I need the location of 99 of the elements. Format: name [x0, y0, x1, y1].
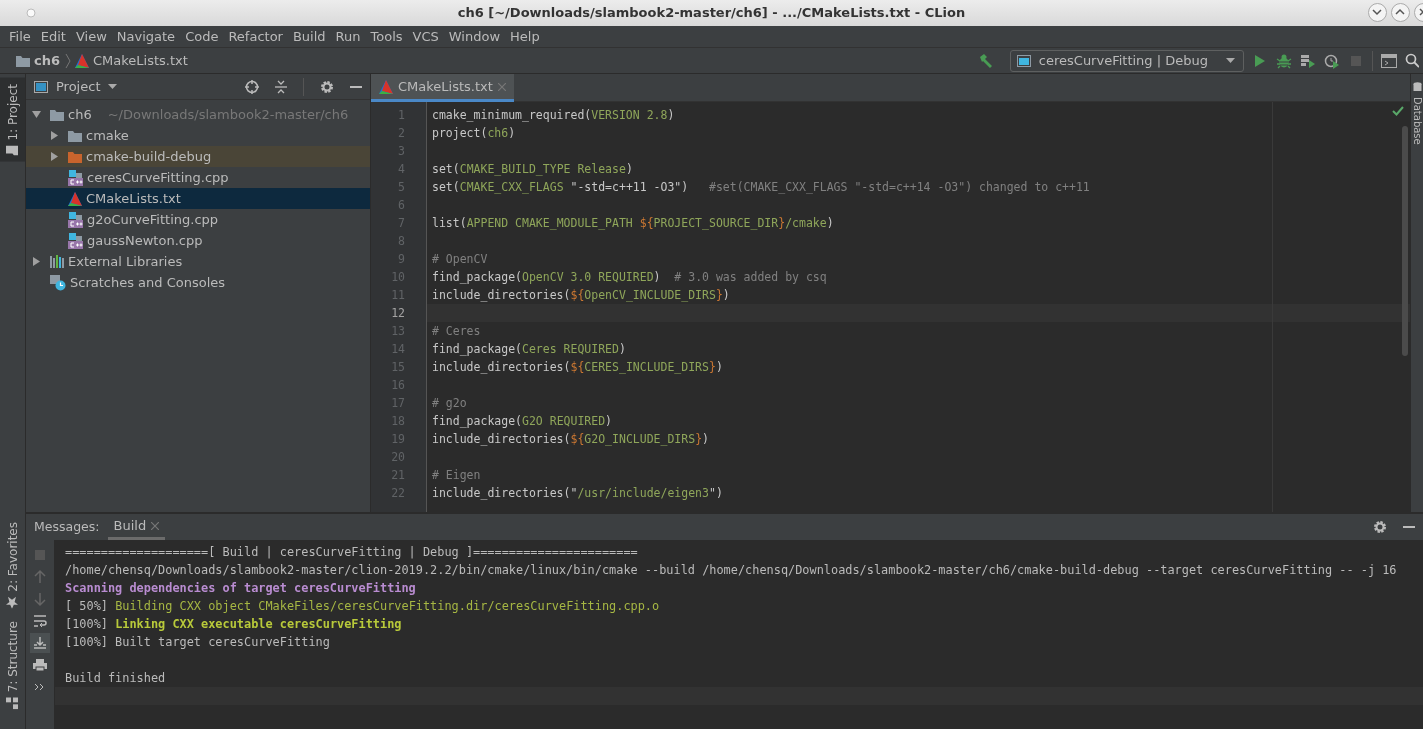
code-line: cmake_minimum_required(VERSION 2.8) [431, 107, 675, 124]
console-line: [100%] Linking CXX executable ceresCurveFitting [64, 616, 402, 633]
close-icon[interactable] [151, 521, 160, 530]
code-line: set(CMAKE_CXX_FLAGS "-std=c++11 -O3") #set(CMAKE_CXX_FLAGS "-std=c++14 -O3") changed to c++11 [431, 179, 1090, 196]
code-line: project(ch6) [431, 125, 516, 142]
run-configuration-dropdown[interactable]: ceresCurveFitting | Debug [1009, 49, 1244, 72]
code-line: # g2o [431, 395, 467, 412]
folder-icon [16, 54, 30, 67]
cpp-file-icon [68, 232, 83, 249]
scroll-to-end-icon[interactable] [33, 636, 47, 650]
project-view-dropdown[interactable]: Project [56, 76, 118, 97]
menu-item[interactable]: Window [443, 25, 506, 48]
console-line: /home/chensq/Downloads/slambook2-master/clion-2019.2.2/bin/cmake/linux/bin/cmake --build /home/chensq/Downloads/slambook2-master/ch6/cmake-build-debug --target ceresCurveFitting -- -j 16 [64, 562, 1397, 579]
maximize-button[interactable] [1391, 3, 1410, 22]
scratch-clock-icon [50, 274, 66, 291]
project-view-icon [34, 80, 48, 93]
editor-tab[interactable]: CMakeLists.txt [371, 74, 514, 102]
tree-item[interactable]: ceresCurveFitting.cpp [26, 167, 370, 188]
menu-item[interactable]: View [70, 25, 112, 48]
search-icon[interactable] [1405, 52, 1419, 69]
tree-item[interactable]: cmake-build-debug [26, 146, 370, 167]
code-line: # Ceres [431, 323, 481, 340]
cpp-file-icon [68, 169, 83, 186]
collapse-all-icon[interactable] [275, 79, 287, 94]
folder-icon [50, 108, 64, 121]
breadcrumb[interactable]: CMakeLists.txt [93, 50, 188, 71]
settings-icon[interactable] [1373, 520, 1387, 534]
database-icon [1412, 82, 1422, 92]
tree-item[interactable]: ch6 ~/Downloads/slambook2-master/ch6 [26, 104, 370, 125]
code-line: find_package(G2O REQUIRED) [431, 413, 613, 430]
bug-icon[interactable] [1276, 52, 1292, 69]
triangle-logo-icon [75, 53, 89, 68]
code-line: list(APPEND CMAKE_MODULE_PATH ${PROJECT_SOURCE_DIR}/cmake) [431, 215, 834, 232]
tree-item[interactable]: Scratches and Consoles [26, 272, 370, 293]
terminal-icon[interactable] [1381, 52, 1397, 69]
structure-icon [6, 697, 19, 709]
line-number: 12 [390, 305, 406, 322]
print-icon[interactable] [33, 658, 47, 672]
code-line: include_directories("/usr/include/eigen3") [431, 485, 723, 502]
window-icon [1016, 54, 1031, 67]
console-line: ====================[ Build | ceresCurveFitting | Debug ]======================= [64, 544, 638, 561]
minimize-button[interactable] [1368, 3, 1387, 22]
folder-icon [6, 145, 19, 156]
caret-icon [1226, 57, 1235, 64]
checkmark-icon [1392, 106, 1404, 116]
code-line: # OpenCV [431, 251, 488, 268]
menu-item[interactable]: File [4, 25, 36, 48]
breadcrumb[interactable]: ch6 [34, 50, 60, 71]
code-line: # Eigen [431, 467, 481, 484]
folder-icon [68, 150, 82, 163]
code-line: set(CMAKE_BUILD_TYPE Release) [431, 161, 633, 178]
panel-label: Messages: [34, 517, 100, 536]
menu-item[interactable]: VCS [407, 25, 444, 48]
menu-item[interactable]: Edit [35, 25, 71, 48]
menu-item[interactable]: Code [180, 25, 224, 48]
tool-window-tab[interactable]: 1: Project [0, 78, 25, 162]
tool-window-tab[interactable]: Database [1409, 82, 1423, 145]
libraries-icon [50, 255, 64, 268]
soft-wrap-icon[interactable] [33, 614, 47, 628]
folder-icon [68, 129, 82, 142]
caret-icon [108, 83, 118, 90]
hammer-icon[interactable] [977, 52, 994, 69]
window-title: ch6 [~/Downloads/slambook2-master/ch6] - .../CMakeLists.txt - CLion [457, 4, 966, 23]
scrollbar-thumb[interactable] [1402, 126, 1408, 356]
collapsed-arrow-icon[interactable] [50, 131, 59, 140]
console-line: [100%] Built target ceresCurveFitting [64, 634, 330, 651]
console-line: [ 50%] Building CXX object CMakeFiles/ceresCurveFitting.dir/ceresCurveFitting.cpp.o [64, 598, 660, 615]
tree-item[interactable]: CMakeLists.txt [26, 188, 370, 209]
triangle-logo-icon [379, 79, 393, 94]
collapsed-arrow-icon[interactable] [32, 257, 41, 266]
menu-item[interactable]: Tools [365, 25, 408, 48]
star-icon [6, 596, 19, 609]
expanded-arrow-icon[interactable] [32, 110, 41, 119]
menu-item[interactable]: Help [505, 25, 545, 48]
code-line: include_directories(${CERES_INCLUDE_DIRS}) [431, 359, 723, 376]
coverage-run-icon[interactable] [1300, 52, 1316, 69]
settings-icon[interactable] [320, 79, 334, 94]
code-line: include_directories(${OpenCV_INCLUDE_DIRS}) [431, 287, 730, 304]
crosshair-icon[interactable] [245, 79, 259, 94]
tree-item[interactable]: g2oCurveFitting.cpp [26, 209, 370, 230]
tree-item[interactable]: cmake [26, 125, 370, 146]
tool-window-tab[interactable]: 2: Favorites [0, 515, 25, 615]
tree-item[interactable]: External Libraries [26, 251, 370, 272]
collapsed-arrow-icon[interactable] [50, 152, 59, 161]
triangle-logo-icon [68, 191, 82, 206]
tool-window-tab[interactable]: 7: Structure [0, 614, 25, 715]
menu-item[interactable]: Navigate [111, 25, 181, 48]
code-line: include_directories(${G2O_INCLUDE_DIRS}) [431, 431, 709, 448]
console-line: Scanning dependencies of target ceresCurveFitting [64, 580, 416, 597]
tree-item[interactable]: gaussNewton.cpp [26, 230, 370, 251]
code-line: find_package(Ceres REQUIRED) [431, 341, 626, 358]
menu-item[interactable]: Run [330, 25, 366, 48]
chevron-icon [65, 53, 71, 68]
profiler-icon[interactable] [1324, 52, 1340, 69]
menu-item[interactable]: Refactor [223, 25, 288, 48]
cpp-file-icon [68, 211, 83, 228]
code-line: find_package(OpenCV 3.0 REQUIRED) # 3.0 was added by csq [431, 269, 827, 286]
console-line: Build finished [64, 670, 166, 687]
menu-item[interactable]: Build [287, 25, 331, 48]
